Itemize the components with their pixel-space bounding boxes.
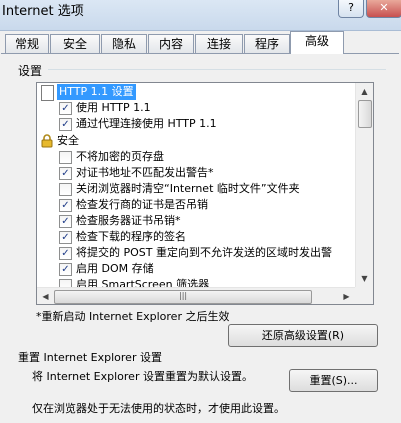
checkbox[interactable]: ✓: [59, 215, 72, 228]
restore-advanced-settings-button[interactable]: 还原高级设置(R): [228, 324, 378, 347]
tab-general[interactable]: 常规: [5, 34, 49, 53]
title-bar: Internet 选项 ? ✕: [0, 0, 401, 31]
setting-label: 启用 SmartScreen 筛选器: [76, 278, 210, 287]
setting-label: 启用 DOM 存储: [76, 262, 154, 275]
checkbox[interactable]: [59, 183, 72, 196]
grip-icon: |||: [179, 291, 188, 300]
reset-warning-note: 仅在浏览器处于无法使用的状态时，才使用此设置。: [32, 402, 285, 415]
document-icon: [41, 85, 54, 101]
setting-label: 不将加密的页存盘: [76, 150, 164, 163]
horizontal-scrollbar[interactable]: ◀ ||| ▶: [37, 287, 355, 304]
settings-rows: HTTP 1.1 设置 ✓ 使用 HTTP 1.1 ✓ 通过代理连接使用 HTT…: [37, 83, 355, 287]
setting-label: 将提交的 POST 重定向到不允许发送的区域时发出警: [76, 246, 332, 259]
tab-advanced[interactable]: 高级: [290, 31, 344, 54]
tab-strip: 常规 安全 隐私 内容 连接 程序 高级: [0, 31, 401, 54]
tab-privacy[interactable]: 隐私: [101, 34, 147, 53]
scroll-up-icon[interactable]: ▲: [356, 83, 373, 100]
reset-description: 将 Internet Explorer 设置重置为默认设置。: [32, 370, 253, 383]
checkbox[interactable]: ✓: [59, 102, 72, 115]
checkbox[interactable]: ✓: [59, 167, 72, 180]
settings-list[interactable]: HTTP 1.1 设置 ✓ 使用 HTTP 1.1 ✓ 通过代理连接使用 HTT…: [36, 82, 374, 305]
help-button[interactable]: ?: [338, 0, 364, 18]
setting-label: 检查服务器证书吊销*: [76, 214, 181, 227]
tab-content[interactable]: 内容: [148, 34, 194, 53]
vertical-scroll-thumb[interactable]: [358, 100, 372, 128]
close-button[interactable]: ✕: [366, 0, 401, 18]
horizontal-scroll-thumb[interactable]: |||: [54, 290, 312, 304]
checkbox[interactable]: [59, 151, 72, 164]
setting-label: 检查下载的程序的签名: [76, 230, 186, 243]
checkbox[interactable]: ✓: [59, 118, 72, 131]
lock-icon: [40, 134, 54, 148]
setting-label: 通过代理连接使用 HTTP 1.1: [76, 117, 217, 130]
tab-programs[interactable]: 程序: [244, 34, 290, 53]
group-divider: [48, 69, 386, 70]
tab-security[interactable]: 安全: [50, 34, 100, 53]
reset-section-title: 重置 Internet Explorer 设置: [18, 351, 162, 364]
vertical-scrollbar[interactable]: ▲ ▼: [355, 83, 373, 287]
setting-label: 检查发行商的证书是否吊销: [76, 198, 208, 211]
window-title: Internet 选项: [2, 4, 84, 19]
checkbox[interactable]: [59, 279, 72, 287]
setting-label: 关闭浏览器时清空“Internet 临时文件”文件夹: [76, 182, 300, 195]
restart-note: *重新启动 Internet Explorer 之后生效: [36, 310, 230, 323]
reset-button[interactable]: 重置(S)...: [289, 369, 378, 392]
scroll-left-icon[interactable]: ◀: [37, 288, 54, 304]
setting-label: 使用 HTTP 1.1: [76, 101, 151, 114]
checkbox[interactable]: ✓: [59, 263, 72, 276]
settings-group-label: 设置: [18, 64, 43, 78]
checkbox[interactable]: ✓: [59, 231, 72, 244]
scrollbar-corner: [355, 287, 373, 304]
settings-header-label: HTTP 1.1 设置: [57, 84, 136, 100]
checkbox[interactable]: ✓: [59, 247, 72, 260]
setting-label: 对证书地址不匹配发出警告*: [76, 166, 214, 179]
tab-connections[interactable]: 连接: [195, 34, 243, 53]
scroll-right-icon[interactable]: ▶: [338, 288, 355, 304]
checkbox[interactable]: ✓: [59, 199, 72, 212]
settings-header-label: 安全: [57, 134, 79, 147]
scroll-down-icon[interactable]: ▼: [356, 270, 373, 287]
